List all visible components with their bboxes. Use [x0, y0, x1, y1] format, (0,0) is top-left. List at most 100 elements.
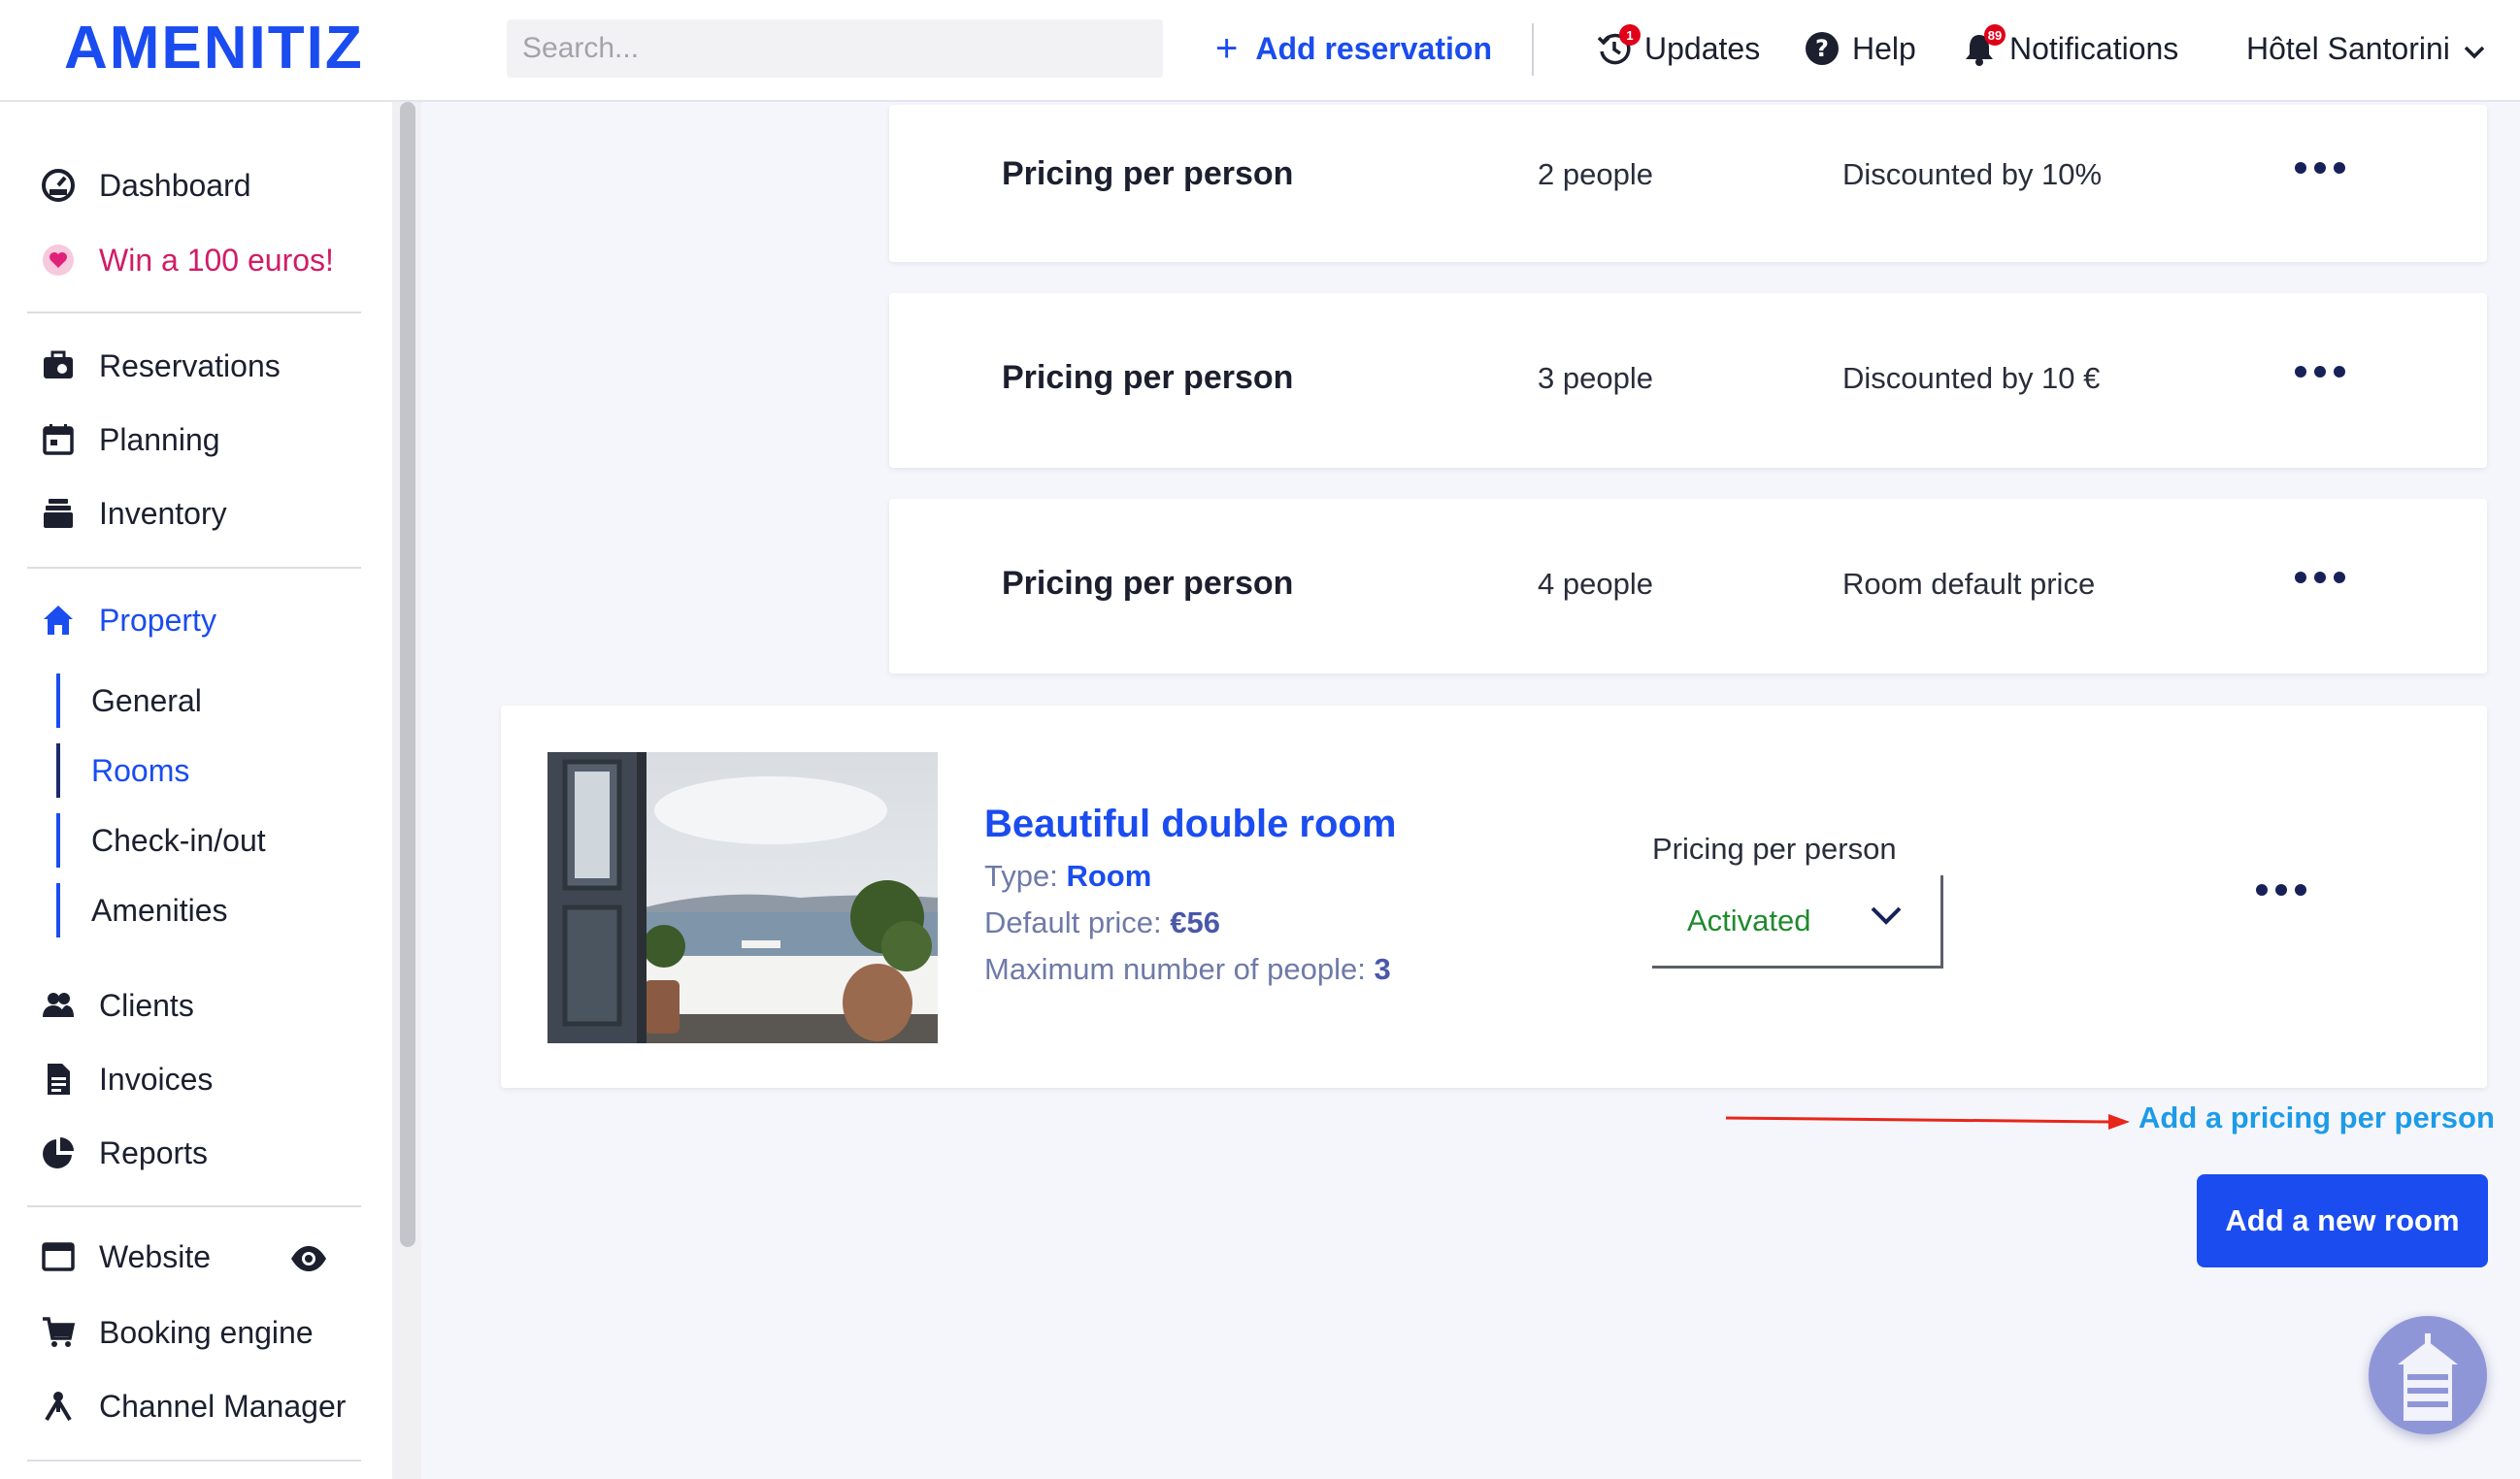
chevron-down-icon: [2464, 31, 2485, 67]
more-options-icon[interactable]: [2295, 162, 2345, 174]
channel-manager-icon: [39, 1387, 78, 1426]
pricing-per-person-value: Activated: [1687, 903, 1811, 937]
room-price-value: €56: [1170, 905, 1220, 939]
pricing-row-label: Pricing per person: [1002, 155, 1294, 192]
clock-history-icon: 1: [1596, 24, 1641, 67]
pricing-per-person-label: Pricing per person: [1652, 832, 1897, 866]
sidebar-item-label: Clients: [99, 987, 194, 1023]
pricing-row-discount: Discounted by 10%: [1842, 157, 2103, 191]
updates-button[interactable]: 1 Updates: [1596, 21, 1760, 76]
sidebar-divider: [27, 312, 361, 313]
pricing-row: Pricing per person 4 people Room default…: [889, 499, 2487, 674]
room-type-value: Room: [1066, 859, 1152, 893]
eye-icon[interactable]: [289, 1244, 328, 1278]
sidebar-item-label: Win a 100 euros!: [99, 242, 334, 278]
add-new-room-button[interactable]: Add a new room: [2197, 1174, 2488, 1267]
more-options-icon[interactable]: [2295, 572, 2345, 583]
sidebar-divider: [27, 1205, 361, 1207]
topbar-divider: [1532, 23, 1534, 76]
sidebar-item-label: Inventory: [99, 495, 227, 531]
pricing-row-people: 2 people: [1538, 157, 1653, 191]
room-max-value: 3: [1374, 952, 1391, 986]
room-max-people: Maximum number of people: 3: [984, 952, 1391, 987]
sidebar-item-label: Dashboard: [99, 167, 251, 203]
pie-chart-icon: [39, 1134, 78, 1172]
hotel-selector[interactable]: Hôtel Santorini: [2246, 21, 2485, 76]
home-icon: [39, 601, 78, 640]
sidebar-item-promo[interactable]: Win a 100 euros!: [39, 233, 334, 287]
room-card: Beautiful double room Type: Room Default…: [501, 706, 2487, 1088]
users-icon: [39, 986, 78, 1025]
sidebar-item-label: Planning: [99, 421, 220, 457]
room-more-options-icon[interactable]: [2256, 884, 2306, 896]
sidebar-item-label: Channel Manager: [99, 1388, 347, 1424]
sidebar-item-label: Reservations: [99, 347, 281, 383]
sidebar-item-website[interactable]: Website: [39, 1230, 211, 1284]
sidebar-item-inventory[interactable]: Inventory: [39, 486, 227, 541]
room-photo[interactable]: [547, 752, 938, 1043]
pricing-per-person-dropdown[interactable]: Activated: [1652, 875, 1943, 969]
updates-badge: 1: [1619, 24, 1641, 46]
room-type: Type: Room: [984, 859, 1151, 894]
room-type-label: Type:: [984, 859, 1058, 893]
amenitiz-logo[interactable]: AMENITIZ: [64, 14, 364, 82]
sidebar-item-label: Booking engine: [99, 1314, 314, 1350]
pricing-row: Pricing per person 2 people Discounted b…: [889, 105, 2487, 262]
pricing-row-label: Pricing per person: [1002, 359, 1294, 396]
top-bar: AMENITIZ + Add reservation 1 Updates ? H…: [0, 0, 2520, 102]
hotel-name: Hôtel Santorini: [2246, 30, 2450, 66]
heart-icon: [39, 241, 78, 279]
sidebar-item-label: Reports: [99, 1134, 209, 1170]
suitcase-icon: [39, 346, 78, 385]
add-reservation-button[interactable]: + Add reservation: [1215, 21, 1492, 76]
sidebar-subitem-general[interactable]: General: [56, 674, 202, 728]
document-icon: [39, 1060, 78, 1099]
sidebar-item-label: Property: [99, 602, 216, 638]
updates-label: Updates: [1644, 30, 1761, 66]
pricing-row-people: 4 people: [1538, 567, 1653, 601]
sidebar-item-label: Website: [99, 1238, 212, 1274]
question-circle-icon: ?: [1804, 30, 1840, 67]
room-price-label: Default price:: [984, 905, 1162, 939]
sidebar-item-label: Invoices: [99, 1061, 214, 1097]
sidebar-item-property[interactable]: Property: [39, 593, 216, 647]
browser-window-icon: [39, 1237, 78, 1276]
sidebar-subitem-rooms[interactable]: Rooms: [56, 743, 189, 798]
dropdown-underline: [1652, 966, 1943, 969]
help-button[interactable]: ? Help: [1804, 21, 1916, 76]
notifications-label: Notifications: [2009, 30, 2179, 66]
room-default-price: Default price: €56: [984, 905, 1220, 940]
add-pricing-per-person-link[interactable]: Add a pricing per person: [2139, 1101, 2495, 1135]
room-title-link[interactable]: Beautiful double room: [984, 803, 1396, 846]
sidebar-divider: [27, 567, 361, 569]
sidebar-item-booking-engine[interactable]: Booking engine: [39, 1305, 314, 1360]
svg-text:?: ?: [1815, 35, 1829, 62]
pricing-row: Pricing per person 3 people Discounted b…: [889, 293, 2487, 468]
sidebar-item-channel-manager[interactable]: Channel Manager: [39, 1379, 346, 1433]
sidebar-item-clients[interactable]: Clients: [39, 978, 194, 1033]
gauge-icon: [39, 166, 78, 205]
notifications-button[interactable]: 89 Notifications: [1961, 21, 2178, 76]
sidebar-item-planning[interactable]: Planning: [39, 412, 220, 467]
chat-support-icon[interactable]: [2369, 1316, 2487, 1434]
shopping-cart-icon: [39, 1313, 78, 1352]
sidebar-item-dashboard[interactable]: Dashboard: [39, 158, 251, 213]
pricing-row-discount: Room default price: [1842, 567, 2096, 601]
sidebar-item-invoices[interactable]: Invoices: [39, 1052, 213, 1106]
sidebar-subitem-check-in-out[interactable]: Check-in/out: [56, 813, 266, 868]
sidebar-item-reservations[interactable]: Reservations: [39, 339, 281, 393]
sidebar-scrollbar-thumb[interactable]: [400, 102, 415, 1247]
room-max-label: Maximum number of people:: [984, 952, 1366, 986]
more-options-icon[interactable]: [2295, 366, 2345, 378]
sidebar-subitem-amenities[interactable]: Amenities: [56, 883, 228, 937]
bell-icon: 89: [1961, 24, 2006, 67]
pricing-row-discount: Discounted by 10 €: [1842, 361, 2101, 395]
annotation-arrow-icon: [1724, 1110, 2132, 1138]
pricing-row-label: Pricing per person: [1002, 565, 1294, 602]
inventory-icon: [39, 494, 78, 533]
plus-icon: +: [1215, 27, 1239, 70]
chevron-down-icon: [1870, 904, 1903, 931]
sidebar-divider: [27, 1460, 361, 1462]
search-input[interactable]: [507, 19, 1163, 78]
sidebar-item-reports[interactable]: Reports: [39, 1126, 208, 1180]
